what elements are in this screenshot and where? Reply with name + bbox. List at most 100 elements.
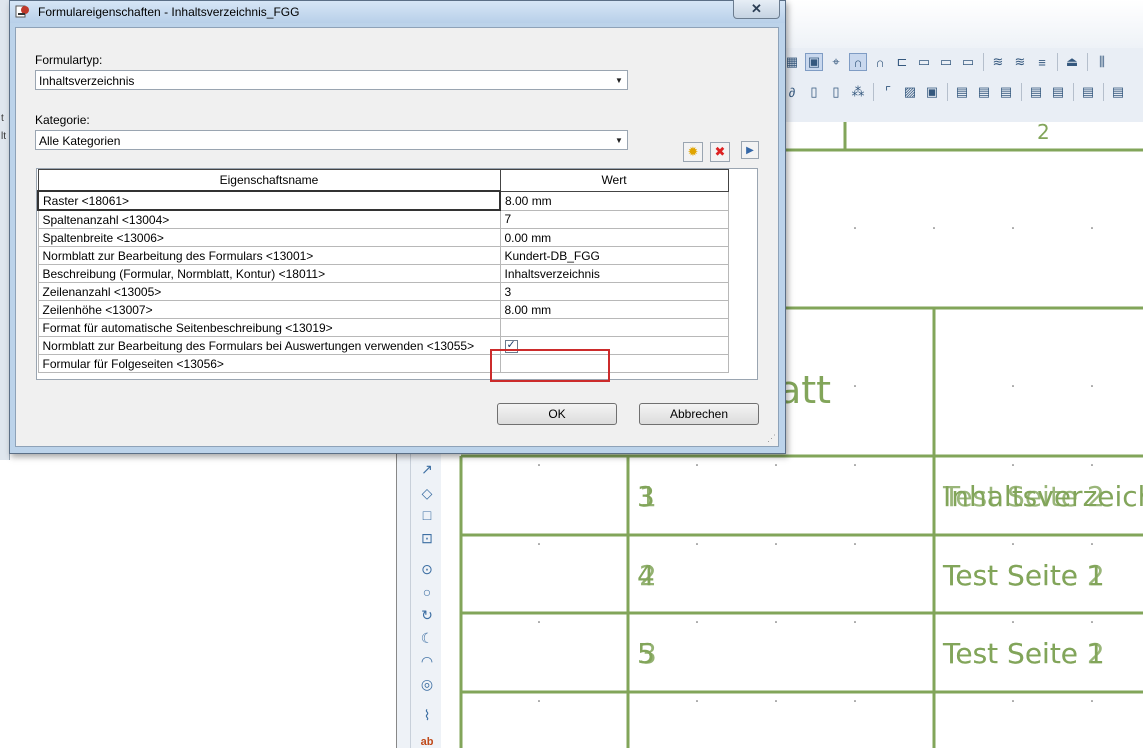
column-header-value[interactable]: Wert bbox=[499, 169, 729, 192]
box-icon[interactable]: ▣ bbox=[923, 83, 941, 101]
doc-5-icon[interactable]: ▤ bbox=[1049, 83, 1067, 101]
toolbar-separator bbox=[873, 83, 874, 101]
play-arrow-icon[interactable]: ▶ bbox=[741, 141, 759, 159]
toolbar-separator bbox=[983, 53, 984, 71]
toolbar-row-2: ∂ ▯ ▯ ⁂ ⌜ ▨ ▣ ▤ ▤ ▤ ▤ ▤ ▤ ▤ bbox=[783, 80, 1143, 104]
row-text-3-overlay: Test Seite 2 bbox=[943, 637, 1105, 670]
property-value[interactable]: 7 bbox=[499, 209, 729, 229]
frame-icon[interactable]: ▭ bbox=[937, 53, 955, 71]
delete-property-icon[interactable]: ✖ bbox=[710, 142, 730, 162]
hatch-icon[interactable]: ▨ bbox=[901, 83, 919, 101]
frame-2-icon[interactable]: ▭ bbox=[959, 53, 977, 71]
property-value[interactable]: 3 bbox=[499, 282, 729, 301]
new-property-icon[interactable]: ✹ bbox=[683, 142, 703, 162]
property-name[interactable]: Zeilenanzahl <13005> bbox=[37, 282, 501, 301]
property-name[interactable]: Normblatt zur Bearbeitung des Formulars … bbox=[37, 336, 501, 355]
ellipse-icon[interactable]: ◎ bbox=[418, 675, 436, 693]
ribbon-topbar bbox=[783, 0, 1143, 48]
plot-icon[interactable]: ⏏ bbox=[1063, 53, 1081, 71]
rect-center-icon[interactable]: ⊡ bbox=[418, 529, 436, 547]
property-name[interactable]: Formular für Folgeseiten <13056> bbox=[37, 354, 501, 373]
text-tool-icon[interactable]: ab bbox=[418, 733, 436, 751]
table-row[interactable]: Zeilenanzahl <13005> 3 bbox=[37, 282, 729, 301]
property-name[interactable]: Beschreibung (Formular, Normblatt, Kontu… bbox=[37, 264, 501, 283]
label-icon[interactable]: ▭ bbox=[915, 53, 933, 71]
circle-center-icon[interactable]: ⊙ bbox=[418, 560, 436, 578]
network-icon[interactable]: ⁂ bbox=[849, 83, 867, 101]
dialog-client-area: Formulartyp: Inhaltsverzeichnis ▼ Katego… bbox=[15, 27, 779, 447]
app-icon bbox=[15, 5, 29, 18]
property-name[interactable]: Raster <18061> bbox=[37, 190, 501, 211]
table-row[interactable]: Raster <18061> 8.00 mm bbox=[37, 190, 729, 211]
property-table: Eigenschaftsname Wert Raster <18061> 8.0… bbox=[37, 169, 729, 373]
symbol-3-icon[interactable]: ▯ bbox=[827, 83, 845, 101]
corner-icon[interactable]: ⌜ bbox=[879, 83, 897, 101]
close-button[interactable]: ✕ bbox=[733, 0, 780, 19]
kategorie-select[interactable]: Alle Kategorien ▼ bbox=[35, 130, 628, 150]
rectangle-icon[interactable]: □ bbox=[418, 506, 436, 524]
polyline-icon[interactable]: ↗ bbox=[418, 460, 436, 478]
property-name[interactable]: Spaltenbreite <13006> bbox=[37, 228, 501, 247]
toolbar-separator bbox=[1057, 53, 1058, 71]
ribbon-toolbar: ▦ ▣ ⌖ ∩ ∩ ⊏ ▭ ▭ ▭ ≋ ≋ ≡ ⏏ ⫼ ∂ ▯ ▯ ⁂ ⌜ ▨ … bbox=[783, 0, 1143, 123]
property-value[interactable]: 8.00 mm bbox=[499, 190, 729, 211]
doc-6-icon[interactable]: ▤ bbox=[1079, 83, 1097, 101]
toolbar-separator bbox=[1087, 53, 1088, 71]
property-value[interactable]: 8.00 mm bbox=[499, 300, 729, 319]
column-header-name[interactable]: Eigenschaftsname bbox=[37, 169, 501, 192]
align-icon[interactable]: ⊏ bbox=[893, 53, 911, 71]
property-value[interactable]: 0.00 mm bbox=[499, 228, 729, 247]
drawing-toolbar: ↗ ◇ □ ⊡ ⊙ ○ ↻ ☾ ◠ ◎ ⌇ ab bbox=[396, 448, 442, 748]
circle-icon[interactable]: ○ bbox=[418, 583, 436, 601]
snap-grid-icon[interactable]: ▣ bbox=[805, 53, 823, 71]
resize-grip-icon[interactable]: ⋰ bbox=[767, 433, 776, 444]
property-name[interactable]: Spaltenanzahl <13004> bbox=[37, 209, 501, 229]
kategorie-label: Kategorie: bbox=[35, 113, 90, 127]
columns-icon[interactable]: ⫼ bbox=[1093, 53, 1111, 71]
property-name[interactable]: Normblatt zur Bearbeitung des Formulars … bbox=[37, 246, 501, 265]
doc-3-icon[interactable]: ▤ bbox=[997, 83, 1015, 101]
polygon-icon[interactable]: ◇ bbox=[418, 484, 436, 502]
circle-arrow-icon[interactable]: ↻ bbox=[418, 606, 436, 624]
row-number-3-overlay: 3 bbox=[639, 637, 657, 670]
property-name[interactable]: Zeilenhöhe <13007> bbox=[37, 300, 501, 319]
toolbar-separator bbox=[947, 83, 948, 101]
arc-2-icon[interactable]: ◠ bbox=[418, 652, 436, 670]
arc-icon[interactable]: ☾ bbox=[418, 629, 436, 647]
table-row[interactable]: Beschreibung (Formular, Normblatt, Kontu… bbox=[37, 264, 729, 283]
magnet-angle-icon[interactable]: ∩ bbox=[871, 53, 889, 71]
cross-icon[interactable]: ⌖ bbox=[827, 53, 845, 71]
ok-button[interactable]: OK bbox=[497, 403, 617, 425]
doc-2-icon[interactable]: ▤ bbox=[975, 83, 993, 101]
lines-3-icon[interactable]: ≡ bbox=[1033, 53, 1051, 71]
property-value[interactable] bbox=[499, 318, 729, 337]
property-value[interactable]: Inhaltsverzeichnis bbox=[499, 264, 729, 283]
table-row[interactable]: Format für automatische Seitenbeschreibu… bbox=[37, 318, 729, 337]
row-number-2-overlay: 2 bbox=[639, 559, 657, 592]
doc-7-icon[interactable]: ▤ bbox=[1109, 83, 1127, 101]
table-row[interactable]: Normblatt zur Bearbeitung des Formulars … bbox=[37, 336, 729, 355]
table-row[interactable]: Spaltenanzahl <13004> 7 bbox=[37, 209, 729, 229]
property-grid: Eigenschaftsname Wert Raster <18061> 8.0… bbox=[36, 168, 758, 382]
kategorie-value: Alle Kategorien bbox=[39, 134, 121, 148]
cancel-button[interactable]: Abbrechen bbox=[639, 403, 759, 425]
lines-2-icon[interactable]: ≋ bbox=[1011, 53, 1029, 71]
spline-icon[interactable]: ⌇ bbox=[418, 706, 436, 724]
formulartyp-select[interactable]: Inhaltsverzeichnis ▼ bbox=[35, 70, 628, 90]
table-row[interactable]: Normblatt zur Bearbeitung des Formulars … bbox=[37, 246, 729, 265]
row-text-2-overlay: Test Seite 2 bbox=[943, 559, 1105, 592]
row-number-1-overlay: 1 bbox=[639, 480, 657, 513]
property-name[interactable]: Format für automatische Seitenbeschreibu… bbox=[37, 318, 501, 337]
form-properties-dialog: Formulareigenschaften - Inhaltsverzeichn… bbox=[9, 0, 786, 454]
magnet-icon[interactable]: ∩ bbox=[849, 53, 867, 71]
lines-icon[interactable]: ≋ bbox=[989, 53, 1007, 71]
dialog-titlebar[interactable]: Formulareigenschaften - Inhaltsverzeichn… bbox=[10, 0, 785, 23]
toolbar-separator bbox=[1073, 83, 1074, 101]
doc-4-icon[interactable]: ▤ bbox=[1027, 83, 1045, 101]
property-value[interactable]: Kundert-DB_FGG bbox=[499, 246, 729, 265]
table-row[interactable]: Spaltenbreite <13006> 0.00 mm bbox=[37, 228, 729, 247]
table-row[interactable]: Formular für Folgeseiten <13056> bbox=[37, 354, 729, 373]
doc-icon[interactable]: ▤ bbox=[953, 83, 971, 101]
table-row[interactable]: Zeilenhöhe <13007> 8.00 mm bbox=[37, 300, 729, 319]
symbol-2-icon[interactable]: ▯ bbox=[805, 83, 823, 101]
